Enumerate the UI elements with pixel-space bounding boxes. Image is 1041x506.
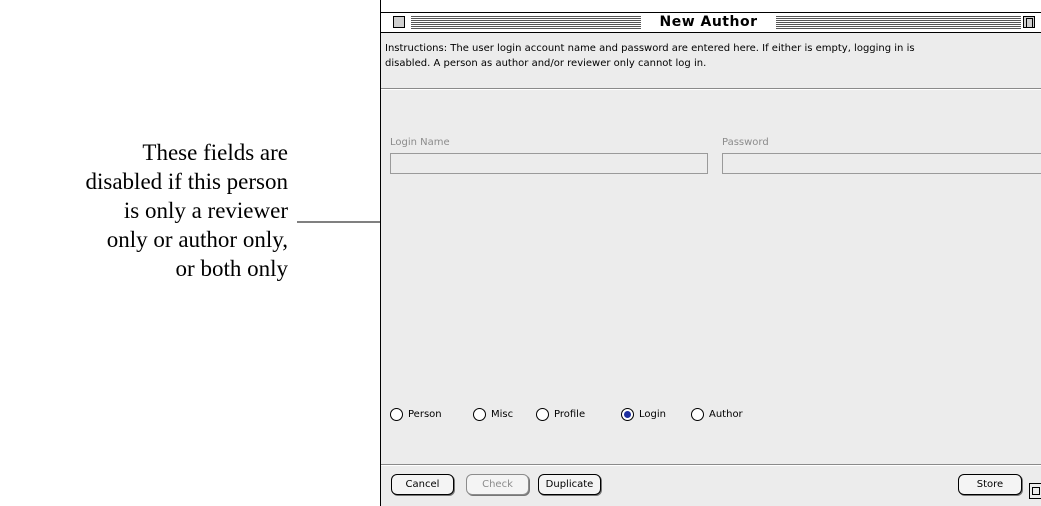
annotation-line: is only a reviewer xyxy=(123,198,288,223)
radio-label: Person xyxy=(408,408,442,420)
zoom-box-icon[interactable] xyxy=(1023,16,1035,28)
radio-login[interactable]: Login xyxy=(621,406,666,422)
instructions-text: Instructions: The user login account nam… xyxy=(385,41,1040,71)
password-label: Password xyxy=(722,137,769,148)
duplicate-button[interactable]: Duplicate xyxy=(538,474,601,495)
annotation-line: These fields are xyxy=(142,140,288,165)
radio-button-icon xyxy=(691,407,704,421)
instructions-line: disabled. A person as author and/or revi… xyxy=(385,58,707,69)
instructions-line: Instructions: The user login account nam… xyxy=(385,43,915,54)
radio-button-icon xyxy=(390,407,403,421)
radio-label: Author xyxy=(709,408,743,420)
annotation-callout: These fields are disabled if this person… xyxy=(0,138,289,283)
annotation-line: only or author only, xyxy=(106,227,288,252)
annotation-line: or both only xyxy=(175,256,288,281)
password-field[interactable] xyxy=(722,153,1041,174)
radio-button-icon xyxy=(621,407,634,421)
radio-label: Login xyxy=(639,408,666,420)
radio-label: Profile xyxy=(554,408,586,420)
annotation-line: disabled if this person xyxy=(85,169,289,194)
title-bar-stripes xyxy=(411,16,641,29)
resize-grow-box-icon[interactable] xyxy=(1029,483,1041,499)
radio-button-icon xyxy=(473,407,486,421)
radio-author[interactable]: Author xyxy=(691,406,743,422)
radio-profile[interactable]: Profile xyxy=(536,406,585,422)
check-button[interactable]: Check xyxy=(466,474,529,495)
button-bar-divider xyxy=(381,464,1041,466)
login-name-field[interactable] xyxy=(390,153,708,174)
radio-button-icon xyxy=(536,407,549,421)
radio-person[interactable]: Person xyxy=(390,406,442,422)
cancel-button[interactable]: Cancel xyxy=(391,474,454,495)
window-content: Instructions: The user login account nam… xyxy=(381,33,1041,506)
instructions-divider xyxy=(381,88,1041,90)
store-button[interactable]: Store xyxy=(958,474,1022,495)
title-bar-stripes xyxy=(776,16,1021,29)
radio-label: Misc xyxy=(491,408,514,420)
login-name-label: Login Name xyxy=(390,137,450,148)
new-author-window: New Author Instructions: The user login … xyxy=(380,0,1041,506)
radio-misc[interactable]: Misc xyxy=(473,406,513,422)
window-title: New Author xyxy=(659,14,758,30)
close-box-icon[interactable] xyxy=(393,16,405,28)
window-title-bar[interactable]: New Author xyxy=(381,12,1041,33)
